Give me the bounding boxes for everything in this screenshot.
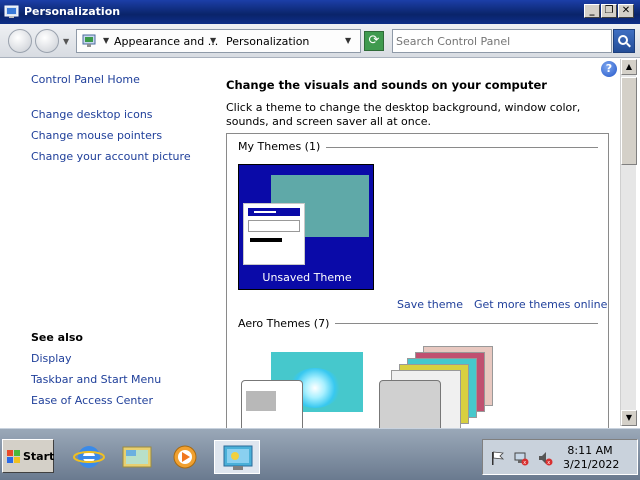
svg-text:x: x: [523, 460, 526, 466]
change-account-picture-link[interactable]: Change your account picture: [31, 150, 191, 163]
restore-button[interactable]: ❐: [601, 4, 617, 18]
theme-preview-window: [243, 203, 305, 265]
volume-icon[interactable]: x: [537, 450, 553, 466]
breadcrumb-item-personalization[interactable]: Personalization: [226, 35, 309, 48]
change-desktop-icons-link[interactable]: Change desktop icons: [31, 108, 153, 121]
taskbar-start-menu-link[interactable]: Taskbar and Start Menu: [31, 373, 161, 386]
close-button[interactable]: ✕: [618, 4, 634, 18]
vertical-scrollbar[interactable]: ▲ ▼: [620, 59, 637, 426]
clock-date: 3/21/2022: [563, 458, 620, 471]
theme-label: Unsaved Theme: [262, 271, 352, 284]
control-panel-icon: [82, 34, 96, 47]
get-more-themes-link[interactable]: Get more themes online: [474, 298, 607, 311]
forward-button[interactable]: [35, 29, 59, 53]
my-themes-header: My Themes (1): [238, 140, 327, 153]
personalization-icon: [223, 445, 253, 470]
taskbar-button-personalization[interactable]: [214, 440, 260, 474]
start-label: Start: [23, 450, 55, 463]
control-panel-icon: [4, 5, 19, 18]
control-panel-home-link[interactable]: Control Panel Home: [31, 73, 140, 86]
help-icon[interactable]: ?: [601, 61, 617, 77]
explorer-icon[interactable]: [120, 441, 154, 473]
search-box[interactable]: [392, 29, 612, 53]
refresh-button[interactable]: ⟳: [364, 31, 384, 51]
media-player-icon[interactable]: [168, 441, 202, 473]
chevron-down-icon[interactable]: ▼: [103, 36, 109, 45]
theme-list: My Themes (1) Unsaved Theme Save theme G…: [226, 133, 609, 433]
see-also-heading: See also: [31, 331, 83, 344]
change-mouse-pointers-link[interactable]: Change mouse pointers: [31, 129, 162, 142]
minimize-button[interactable]: _: [584, 4, 600, 18]
recent-pages-dropdown[interactable]: ▼: [63, 37, 69, 46]
clock-time: 8:11 AM: [567, 444, 613, 457]
system-clock[interactable]: 8:11 AM 3/21/2022: [563, 444, 620, 472]
task-pane: Control Panel Home Change desktop icons …: [0, 59, 210, 426]
search-input[interactable]: [396, 33, 608, 49]
page-description: Click a theme to change the desktop back…: [226, 101, 581, 128]
scroll-down-button[interactable]: ▼: [621, 410, 637, 426]
notification-area: x x 8:11 AM 3/21/2022: [482, 439, 638, 475]
breadcrumb-item-appearance[interactable]: Appearance and ...: [114, 35, 218, 48]
ease-of-access-link[interactable]: Ease of Access Center: [31, 394, 153, 407]
back-button[interactable]: [8, 29, 32, 53]
theme-preview-window: [379, 380, 441, 432]
breadcrumb[interactable]: ▼ Appearance and ... ▼ Personalization ▼: [76, 29, 361, 53]
scroll-thumb[interactable]: [621, 77, 637, 165]
aero-theme-tile[interactable]: [241, 352, 365, 432]
internet-explorer-icon[interactable]: [72, 441, 106, 473]
windows-flag-icon: [7, 450, 21, 464]
taskbar: Start x x 8:11 AM 3/21/2022: [0, 428, 640, 480]
theme-preview-window: [241, 380, 303, 432]
save-theme-link[interactable]: Save theme: [397, 298, 463, 311]
unsaved-theme-tile[interactable]: Unsaved Theme: [238, 164, 374, 290]
svg-text:x: x: [547, 460, 550, 466]
aero-theme-tile[interactable]: [377, 346, 502, 432]
aero-themes-header: Aero Themes (7): [238, 317, 336, 330]
window-title: Personalization: [24, 5, 121, 18]
refresh-icon: ⟳: [368, 33, 380, 48]
page-title: Change the visuals and sounds on your co…: [226, 78, 547, 92]
address-dropdown-icon[interactable]: ▼: [345, 36, 351, 45]
action-center-flag-icon[interactable]: [489, 450, 505, 466]
search-button[interactable]: [613, 29, 635, 53]
scroll-up-button[interactable]: ▲: [621, 59, 637, 75]
display-link[interactable]: Display: [31, 352, 72, 365]
chevron-down-icon[interactable]: ▼: [210, 36, 216, 45]
address-bar: ▼ ▼ Appearance and ... ▼ Personalization…: [0, 24, 640, 58]
network-icon[interactable]: x: [513, 450, 529, 466]
start-button[interactable]: Start: [2, 439, 54, 473]
title-bar[interactable]: Personalization _ ❐ ✕: [0, 0, 640, 24]
